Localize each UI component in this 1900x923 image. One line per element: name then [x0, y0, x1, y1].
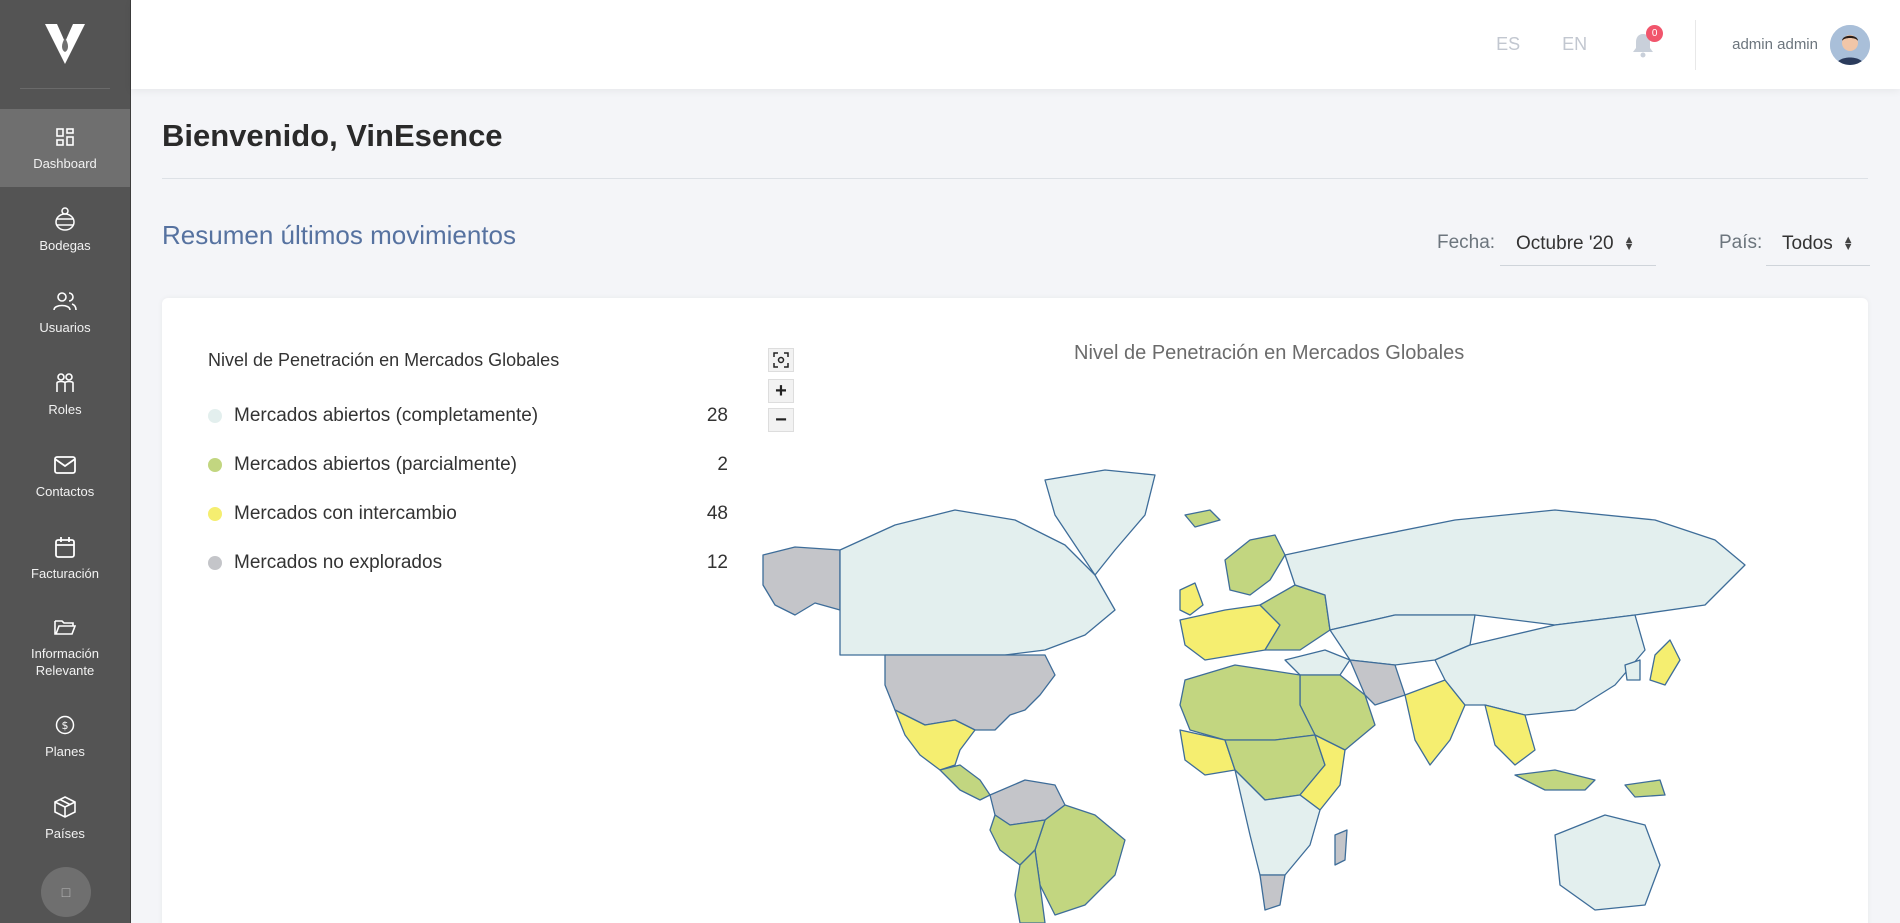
region-scandinavia [1224, 534, 1286, 596]
logo[interactable] [20, 0, 110, 89]
square-icon: □ [61, 884, 71, 900]
legend-label: Mercados abiertos (parcialmente) [234, 454, 518, 475]
winery-icon [53, 206, 77, 231]
legend-item: Mercados no explorados 12 [208, 549, 728, 577]
vinesence-logo-icon [45, 24, 85, 64]
section-title: Resumen últimos movimientos [162, 220, 517, 250]
lang-en-button[interactable]: EN [1562, 34, 1587, 55]
legend-dot [208, 507, 222, 521]
region-western-europe [1179, 604, 1281, 661]
box-icon [53, 795, 77, 819]
sidebar-item-informacion-relevante[interactable]: Información Relevante [0, 601, 130, 693]
region-brazil [1034, 804, 1126, 916]
sidebar-item-label: Roles [48, 401, 82, 417]
legend-dot [208, 556, 222, 570]
users-icon [53, 289, 77, 313]
lang-es-button[interactable]: ES [1496, 34, 1520, 55]
country-select[interactable]: Todos ▲ ▼ [1766, 222, 1870, 266]
focus-icon [773, 352, 789, 368]
legend-label: Mercados abiertos (completamente) [234, 405, 539, 426]
date-select[interactable]: Octubre '20 ▲ ▼ [1500, 222, 1656, 266]
sidebar-item-dashboard[interactable]: Dashboard [0, 109, 130, 187]
legend-item: Mercados abiertos (parcialmente) 2 [208, 451, 728, 479]
sidebar-item-label: Usuarios [39, 319, 91, 335]
sidebar-item-label: Países [45, 825, 85, 841]
notifications-button[interactable]: 0 [1629, 24, 1664, 59]
sort-arrows-icon: ▲ ▼ [1842, 233, 1854, 253]
svg-text:$: $ [62, 719, 69, 732]
sidebar-item-usuarios[interactable]: Usuarios [0, 273, 130, 351]
sidebar-item-planes[interactable]: $ Planes [0, 697, 130, 775]
region-uk [1179, 582, 1204, 616]
topbar: ES EN 0 admin admin [131, 0, 1900, 89]
region-new-guinea [1624, 779, 1666, 798]
sidebar-item-label: Información Relevante [31, 646, 99, 678]
world-map[interactable] [755, 465, 1835, 923]
notification-badge: 0 [1646, 24, 1664, 42]
date-select-value: Octubre '20 [1516, 232, 1614, 254]
sidebar-item-label: Dashboard [33, 155, 97, 171]
region-japan [1649, 639, 1681, 686]
user-avatar-icon [1830, 24, 1870, 65]
region-russia [1284, 509, 1746, 631]
region-turkey [1284, 649, 1351, 676]
divider [162, 178, 1868, 179]
legend-dot [208, 458, 222, 472]
region-indonesia [1514, 769, 1596, 791]
map-zoom-out-button[interactable]: − [768, 408, 794, 432]
sort-arrows-icon: ▲ ▼ [1623, 233, 1635, 253]
map-reset-button[interactable] [768, 348, 794, 372]
date-filter-label: Fecha: [1437, 232, 1496, 253]
region-australia [1554, 814, 1661, 911]
sidebar-item-label: Contactos [35, 483, 95, 499]
folder-icon [53, 615, 77, 639]
legend-label: Mercados con intercambio [234, 503, 457, 524]
user-name[interactable]: admin admin [1732, 36, 1818, 53]
sidebar-nav: Dashboard Bodegas Usuarios Roles Contact… [0, 109, 130, 857]
country-select-value: Todos [1782, 232, 1833, 254]
legend-count: 48 [706, 503, 728, 524]
legend-count: 28 [706, 405, 728, 426]
sidebar-collapse-button[interactable]: □ [41, 867, 91, 917]
calendar-icon [53, 535, 77, 559]
sidebar-item-contactos[interactable]: Contactos [0, 437, 130, 515]
divider [1695, 19, 1697, 70]
roles-icon [53, 371, 77, 395]
sidebar-item-roles[interactable]: Roles [0, 355, 130, 433]
dashboard-icon [53, 125, 77, 149]
region-north-africa [1179, 664, 1316, 741]
region-central-america [939, 764, 991, 801]
region-iceland [1184, 509, 1221, 528]
sidebar-item-label: Facturación [31, 565, 99, 581]
page-title: Bienvenido, VinEsence [162, 118, 503, 153]
sidebar-item-paises[interactable]: Países [0, 779, 130, 857]
avatar[interactable] [1830, 24, 1870, 65]
dollar-icon: $ [53, 713, 77, 737]
map-zoom-in-button[interactable]: + [768, 379, 794, 403]
sidebar-item-label: Planes [45, 743, 85, 759]
sidebar: Dashboard Bodegas Usuarios Roles Contact… [0, 0, 131, 923]
legend-title: Nivel de Penetración en Mercados Globale… [208, 350, 560, 370]
sidebar-item-bodegas[interactable]: Bodegas [0, 191, 130, 269]
region-madagascar [1334, 829, 1348, 866]
legend-label: Mercados no explorados [234, 552, 443, 573]
sidebar-item-label: Bodegas [39, 237, 91, 253]
legend-item: Mercados con intercambio 48 [208, 500, 728, 528]
legend-item: Mercados abiertos (completamente) 28 [208, 402, 728, 430]
envelope-icon [53, 453, 77, 477]
legend-count: 2 [717, 454, 728, 475]
country-filter-label: País: [1719, 232, 1763, 253]
region-alaska [762, 546, 841, 616]
map-title: Nivel de Penetración en Mercados Globale… [1074, 342, 1465, 364]
legend-count: 12 [706, 552, 728, 573]
region-south-africa [1259, 874, 1286, 911]
sidebar-item-facturacion[interactable]: Facturación [0, 519, 130, 597]
legend-dot [208, 409, 222, 423]
